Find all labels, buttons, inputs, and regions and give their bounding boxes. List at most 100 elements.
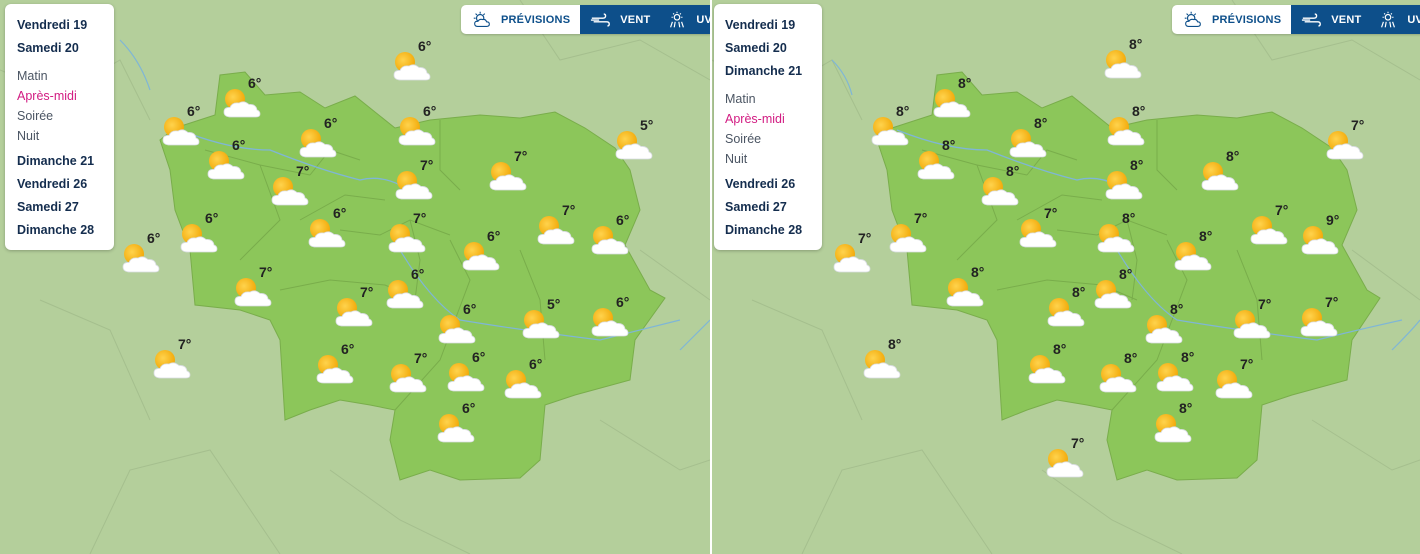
forecast-marker[interactable]: 8° (1042, 284, 1102, 334)
period-item[interactable]: Nuit (17, 126, 102, 146)
forecast-marker[interactable]: 6° (499, 356, 559, 406)
forecast-marker[interactable]: 8° (1149, 400, 1209, 450)
sun-cloud-icon (1009, 129, 1047, 158)
day-item[interactable]: Samedi 20 (17, 37, 102, 60)
previsions-button[interactable]: PRÉVISIONS (1172, 5, 1292, 34)
day-item[interactable]: Vendredi 19 (725, 14, 810, 37)
forecast-marker[interactable]: 7° (383, 210, 443, 260)
temperature-label: 7° (1044, 205, 1058, 221)
forecast-marker[interactable]: 8° (1023, 341, 1083, 391)
period-item[interactable]: Matin (17, 66, 102, 86)
sun-cloud-icon (180, 224, 218, 253)
day-item[interactable]: Dimanche 21 (17, 150, 102, 173)
forecast-marker[interactable]: 6° (433, 301, 493, 351)
forecast-marker[interactable]: 8° (1140, 301, 1200, 351)
previsions-button[interactable]: PRÉVISIONS (461, 5, 581, 34)
forecast-marker[interactable]: 7° (384, 350, 444, 400)
forecast-marker[interactable]: 7° (148, 336, 208, 386)
day-item[interactable]: Vendredi 19 (17, 14, 102, 37)
forecast-marker[interactable]: 7° (1041, 435, 1101, 485)
sun-cloud-icon (1300, 308, 1338, 337)
forecast-marker[interactable]: 7° (828, 230, 888, 280)
period-item-active[interactable]: Après-midi (17, 86, 102, 106)
day-item[interactable]: Dimanche 28 (17, 219, 102, 242)
forecast-marker[interactable]: 6° (457, 228, 517, 278)
forecast-marker[interactable]: 6° (388, 38, 448, 88)
forecast-marker[interactable]: 7° (229, 264, 289, 314)
sun-cloud-icon (316, 355, 354, 384)
forecast-marker[interactable]: 8° (912, 137, 972, 187)
forecast-marker[interactable]: 7° (884, 210, 944, 260)
forecast-marker[interactable]: 8° (1151, 349, 1211, 399)
temperature-label: 6° (248, 75, 262, 91)
temperature-label: 8° (1124, 350, 1138, 366)
forecast-marker[interactable]: 5° (517, 296, 577, 346)
forecast-marker[interactable]: 7° (1228, 296, 1288, 346)
sun-cloud-icon (871, 117, 909, 146)
forecast-marker[interactable]: 9° (1296, 212, 1356, 262)
uv-button[interactable]: UV (660, 5, 710, 34)
sun-cloud-icon (389, 364, 427, 393)
forecast-marker[interactable]: 6° (586, 212, 646, 262)
temperature-label: 8° (971, 264, 985, 280)
forecast-marker[interactable]: 6° (218, 75, 278, 125)
forecast-marker[interactable]: 7° (1014, 205, 1074, 255)
vent-button[interactable]: VENT (580, 5, 661, 34)
vent-button[interactable]: VENT (1291, 5, 1372, 34)
forecast-marker[interactable]: 6° (202, 137, 262, 187)
forecast-marker[interactable]: 6° (442, 349, 502, 399)
forecast-marker[interactable]: 6° (175, 210, 235, 260)
forecast-marker[interactable]: 6° (393, 103, 453, 153)
forecast-marker[interactable]: 8° (858, 336, 918, 386)
forecast-marker[interactable]: 7° (484, 148, 544, 198)
sun-cloud-icon (438, 315, 476, 344)
forecast-marker[interactable]: 7° (1210, 356, 1270, 406)
uv-button[interactable]: UV (1371, 5, 1420, 34)
temperature-label: 6° (616, 212, 630, 228)
day-item[interactable]: Samedi 20 (725, 37, 810, 60)
forecast-marker[interactable]: 8° (941, 264, 1001, 314)
temperature-label: 7° (1275, 202, 1289, 218)
forecast-marker[interactable]: 8° (1004, 115, 1064, 165)
forecast-marker[interactable]: 6° (294, 115, 354, 165)
forecast-marker[interactable]: 6° (381, 266, 441, 316)
sun-cloud-icon (863, 350, 901, 379)
forecast-marker[interactable]: 8° (1100, 157, 1160, 207)
forecast-marker[interactable]: 8° (1102, 103, 1162, 153)
forecast-marker[interactable]: 7° (390, 157, 450, 207)
period-item[interactable]: Soirée (725, 129, 810, 149)
forecast-marker[interactable]: 6° (117, 230, 177, 280)
day-item[interactable]: Samedi 27 (725, 196, 810, 219)
forecast-marker[interactable]: 6° (303, 205, 363, 255)
temperature-label: 6° (411, 266, 425, 282)
forecast-marker[interactable]: 8° (1196, 148, 1256, 198)
period-item[interactable]: Soirée (17, 106, 102, 126)
forecast-marker[interactable]: 8° (1169, 228, 1229, 278)
forecast-marker[interactable]: 7° (532, 202, 592, 252)
forecast-marker[interactable]: 6° (586, 294, 646, 344)
forecast-marker[interactable]: 8° (1092, 210, 1152, 260)
forecast-marker[interactable]: 5° (610, 117, 670, 167)
forecast-marker[interactable]: 7° (1295, 294, 1355, 344)
previsions-label: PRÉVISIONS (501, 13, 571, 26)
day-item[interactable]: Dimanche 21 (725, 60, 810, 83)
day-item[interactable]: Vendredi 26 (725, 173, 810, 196)
map-panel-left[interactable]: Vendredi 19 Samedi 20 Matin Après-midi Soir… (0, 0, 710, 554)
sun-cloud-icon (122, 244, 160, 273)
day-item[interactable]: Vendredi 26 (17, 173, 102, 196)
period-item-active[interactable]: Après-midi (725, 109, 810, 129)
forecast-marker[interactable]: 8° (1099, 36, 1159, 86)
forecast-marker[interactable]: 7° (1321, 117, 1381, 167)
wind-icon (591, 12, 611, 27)
forecast-marker[interactable]: 7° (330, 284, 390, 334)
forecast-marker[interactable]: 6° (311, 341, 371, 391)
period-item[interactable]: Nuit (725, 149, 810, 169)
sun-cloud-icon (1154, 414, 1192, 443)
forecast-marker[interactable]: 8° (928, 75, 988, 125)
day-item[interactable]: Dimanche 28 (725, 219, 810, 242)
forecast-marker[interactable]: 8° (1094, 350, 1154, 400)
map-panel-right[interactable]: Vendredi 19 Samedi 20 Dimanche 21 Matin Apr… (712, 0, 1420, 554)
period-item[interactable]: Matin (725, 89, 810, 109)
forecast-marker[interactable]: 6° (432, 400, 492, 450)
day-item[interactable]: Samedi 27 (17, 196, 102, 219)
